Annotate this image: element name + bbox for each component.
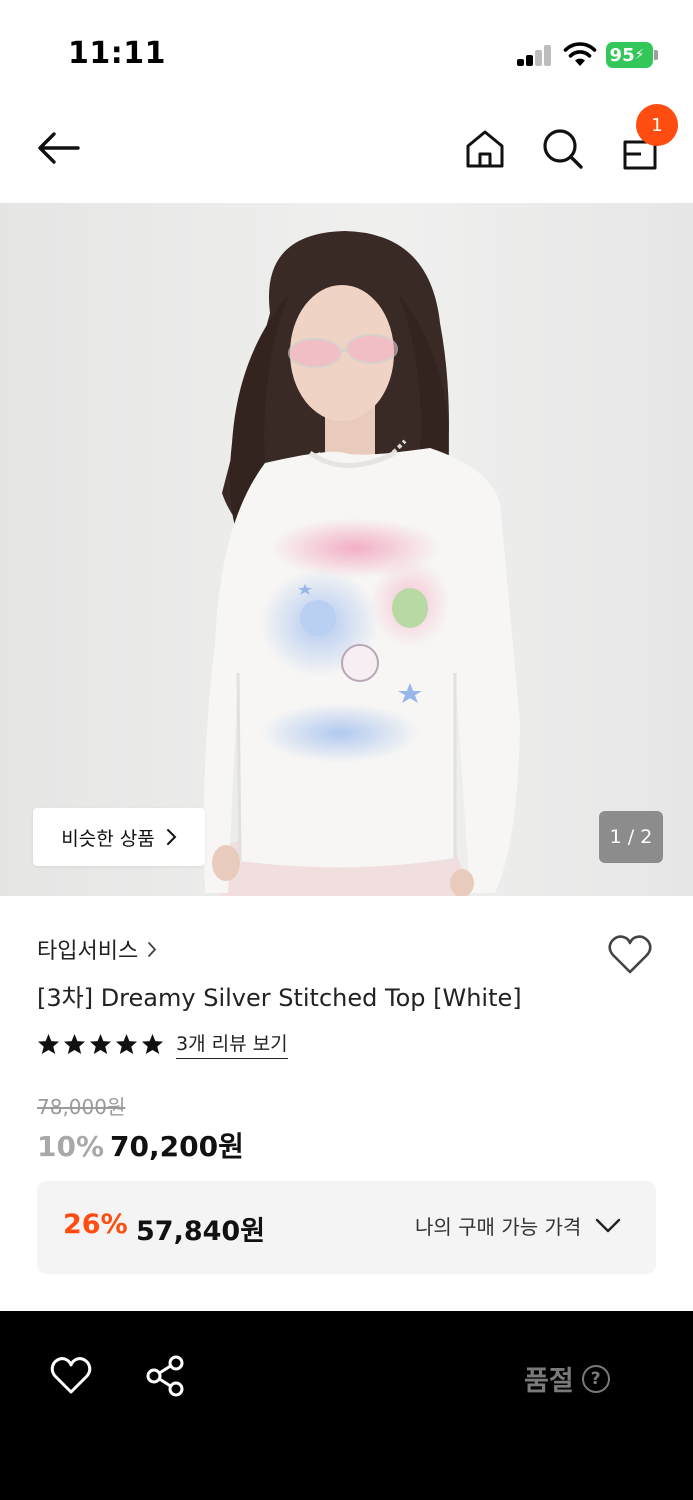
sale-price: 70,200원	[110, 1130, 244, 1163]
discount-rate: 10%	[37, 1130, 105, 1163]
battery-icon: 95 ⚡	[606, 42, 658, 68]
review-link[interactable]: 3개 리뷰 보기	[176, 1029, 288, 1059]
status-time: 11:11	[68, 36, 166, 71]
benefit-rate: 26%	[63, 1209, 128, 1240]
sold-out-status: 품절 ?	[524, 1359, 610, 1398]
cart-count-badge: 1	[636, 104, 678, 146]
similar-products-button[interactable]: 비슷한 상품	[33, 808, 205, 866]
star-icon	[141, 1033, 164, 1055]
help-icon[interactable]: ?	[581, 1364, 610, 1393]
star-icon	[63, 1033, 86, 1055]
chevron-right-icon	[166, 829, 177, 845]
similar-products-label: 비슷한 상품	[61, 827, 155, 850]
brand-name: 타입서비스	[37, 939, 139, 964]
image-page-indicator: 1 / 2	[599, 811, 663, 863]
cellular-signal-icon	[517, 44, 553, 66]
product-photo	[0, 203, 693, 896]
original-price: 78,000원	[37, 1095, 126, 1119]
home-icon[interactable]	[462, 126, 508, 172]
status-bar: 11:11 95 ⚡	[0, 0, 693, 100]
wifi-icon	[563, 42, 597, 66]
rating-row: 3개 리뷰 보기	[37, 1029, 288, 1059]
brand-link[interactable]: 타입서비스	[37, 933, 157, 965]
rating-stars	[37, 1033, 164, 1055]
product-image-carousel[interactable]: 비슷한 상품 1 / 2	[0, 203, 693, 896]
search-icon[interactable]	[540, 126, 586, 172]
bottom-action-bar: 품절 ?	[0, 1311, 693, 1500]
star-icon	[89, 1033, 112, 1055]
star-icon	[37, 1033, 60, 1055]
product-title: [3차] Dreamy Silver Stitched Top [White]	[37, 984, 522, 1012]
my-price-label: 나의 구매 가능 가격	[415, 1215, 582, 1239]
heart-icon[interactable]	[49, 1355, 93, 1397]
top-nav-bar: 1	[0, 100, 693, 203]
sold-out-label: 품절	[524, 1366, 574, 1397]
sale-price-row: 10% 70,200원	[37, 1125, 244, 1165]
benefit-price: 57,840원	[136, 1216, 266, 1247]
battery-level: 95 ⚡	[606, 42, 653, 68]
share-icon[interactable]	[143, 1354, 187, 1398]
chevron-down-icon	[596, 1218, 621, 1232]
chevron-right-icon	[148, 941, 157, 957]
my-price-toggle[interactable]: 나의 구매 가능 가격	[415, 1211, 623, 1240]
heart-icon[interactable]	[606, 932, 654, 978]
back-arrow-icon[interactable]	[34, 126, 84, 170]
star-icon	[115, 1033, 138, 1055]
my-price-box[interactable]: 26% 57,840원 나의 구매 가능 가격	[37, 1181, 656, 1274]
